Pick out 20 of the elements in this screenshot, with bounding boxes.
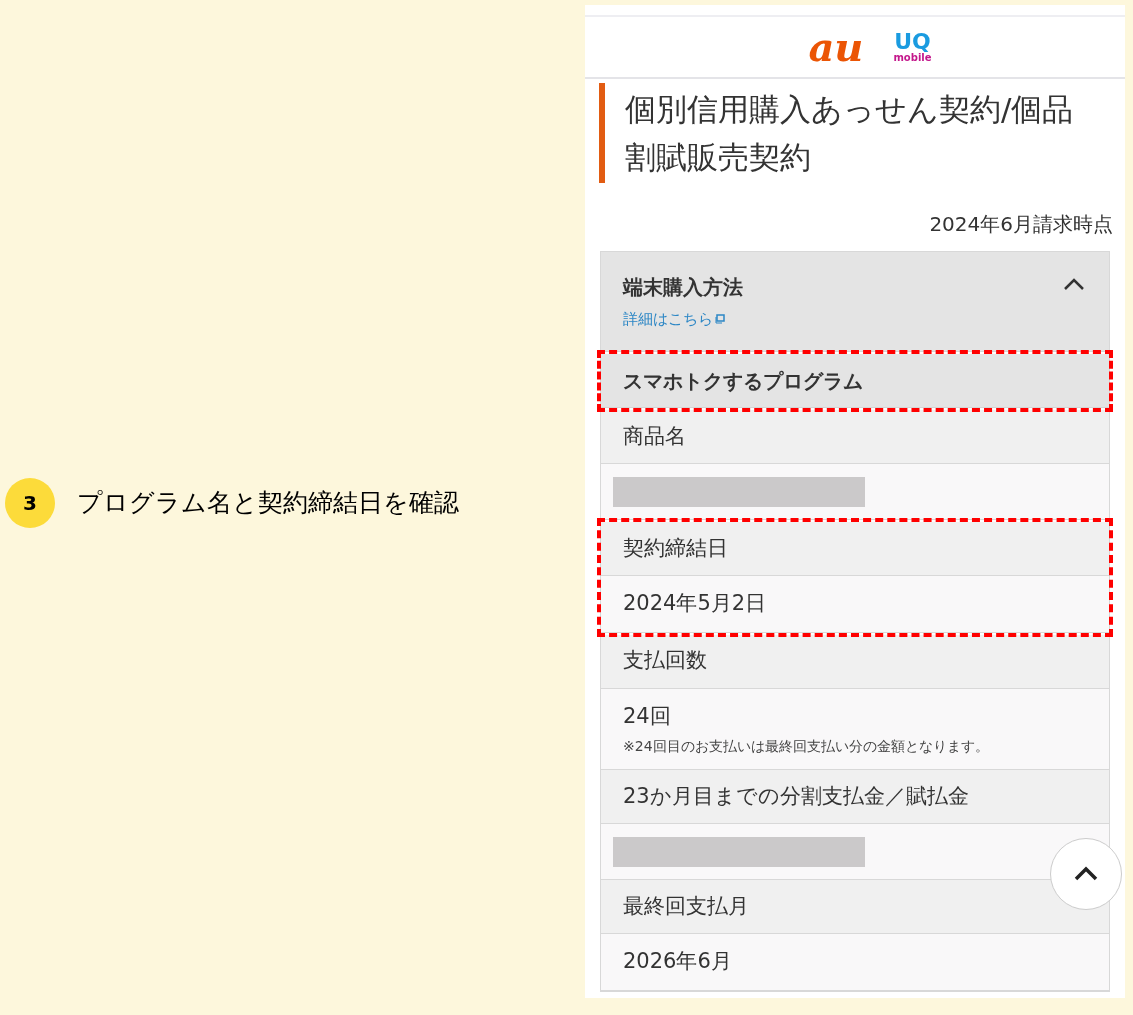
field-value: 2026年6月 — [623, 948, 733, 975]
chevron-up-icon — [1073, 866, 1099, 882]
page-title: 個別信用購入あっせん契約/個品割賦販売契約 — [625, 90, 1075, 177]
program-heading: スマホトクするプログラム — [601, 354, 1109, 408]
field-label: 23か月目までの分割支払金／賦払金 — [601, 770, 1109, 824]
field-label: 商品名 — [601, 410, 1109, 464]
step-caption: プログラム名と契約締結日を確認 — [77, 486, 459, 519]
field-label: 支払回数 — [601, 634, 1109, 689]
external-link-icon — [715, 314, 725, 325]
field-value: 24回 — [623, 702, 672, 730]
uq-mobile-logo: UQ mobile — [893, 31, 932, 63]
field-value: 2024年5月2日 — [623, 590, 768, 617]
field-label: 最終回支払月 — [601, 880, 1109, 934]
step-badge: 3 — [5, 477, 55, 528]
section-title: 端末購入方法 — [623, 274, 743, 301]
details-link[interactable]: 詳細はこちら — [623, 308, 743, 331]
au-logo: au — [807, 27, 864, 67]
as-of-date: 2024年6月請求時点 — [929, 211, 1113, 238]
field-label: 契約締結日 — [601, 522, 1109, 576]
field-note: ※24回目のお支払いは最終回支払い分の金額となります。 — [623, 737, 990, 756]
